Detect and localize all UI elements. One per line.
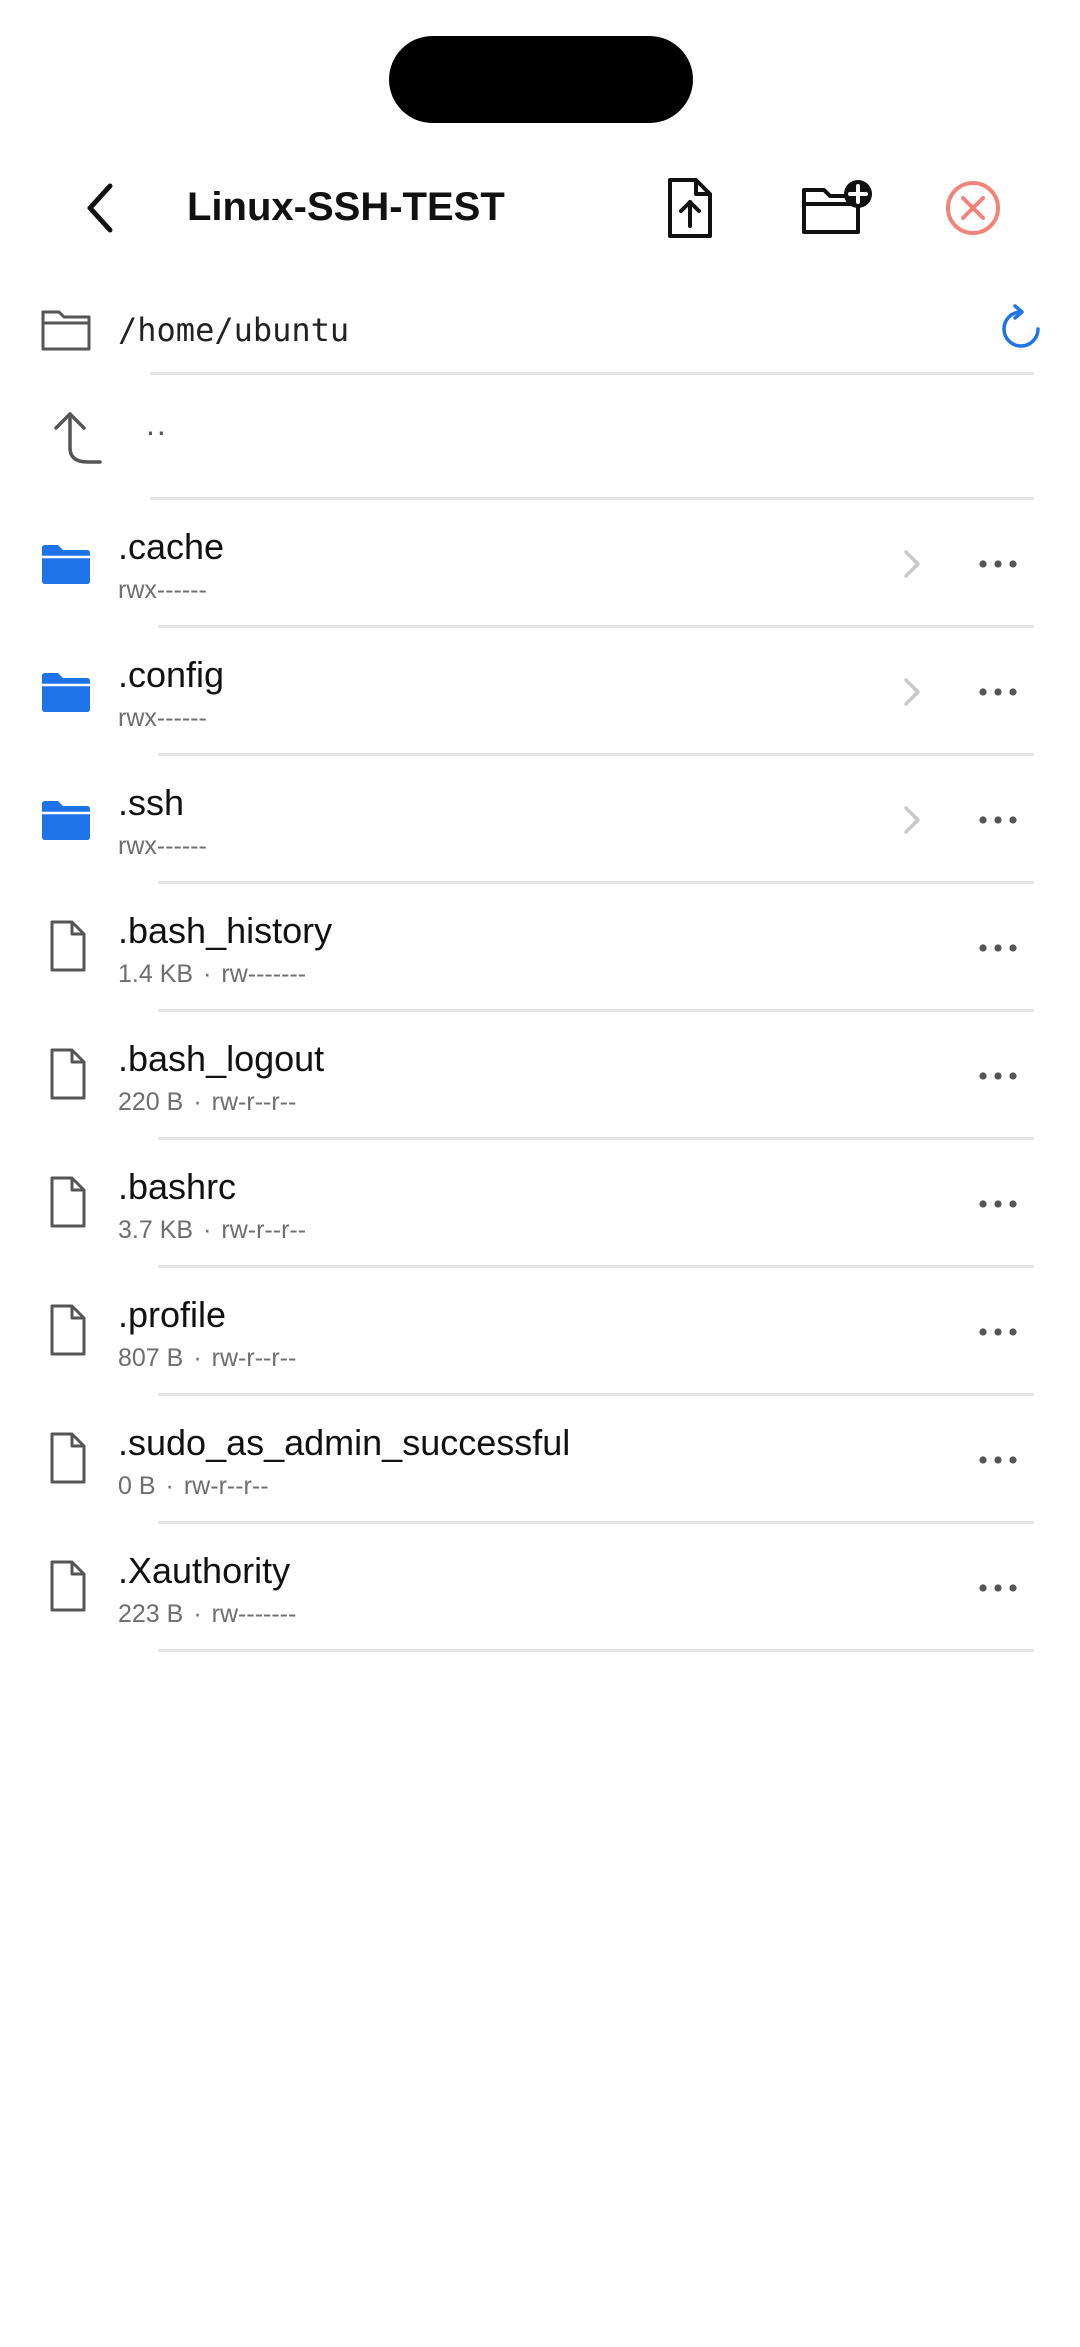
item-permissions: rw-r--r-- bbox=[221, 1216, 307, 1244]
meta-separator: · bbox=[193, 1088, 202, 1116]
chevron-right-icon bbox=[896, 802, 926, 838]
dynamic-island bbox=[389, 36, 693, 123]
parent-directory-label: .. bbox=[146, 406, 168, 442]
folder-row[interactable]: .ssh rwx------ bbox=[0, 756, 1080, 884]
chevron-right-icon bbox=[896, 546, 926, 582]
file-row[interactable]: .sudo_as_admin_successful 0 B · rw-r--r-- bbox=[0, 1396, 1080, 1524]
file-icon bbox=[48, 1046, 88, 1102]
meta-separator: · bbox=[165, 1472, 174, 1500]
item-size: 223 B bbox=[118, 1600, 184, 1628]
item-meta: 1.4 KB · rw------- bbox=[118, 960, 306, 989]
path-divider bbox=[150, 372, 1034, 375]
item-meta: 223 B · rw------- bbox=[118, 1600, 296, 1629]
item-name: .bash_logout bbox=[118, 1038, 325, 1079]
item-meta: 220 B · rw-r--r-- bbox=[118, 1088, 296, 1117]
more-options-icon[interactable] bbox=[970, 1056, 1026, 1096]
upload-file-button[interactable] bbox=[655, 175, 725, 245]
file-row[interactable]: .bash_history 1.4 KB · rw------- bbox=[0, 884, 1080, 1012]
item-permissions: rw-r--r-- bbox=[211, 1344, 297, 1372]
arrow-up-left-icon bbox=[48, 408, 108, 468]
page-title: Linux-SSH-TEST bbox=[187, 185, 505, 229]
more-options-icon[interactable] bbox=[970, 1440, 1026, 1480]
close-circle-icon bbox=[944, 179, 1002, 242]
path-bar: /home/ubuntu bbox=[0, 290, 1080, 376]
item-name: .cache bbox=[118, 526, 225, 567]
item-size: 807 B bbox=[118, 1344, 184, 1372]
folder-icon bbox=[40, 542, 92, 586]
item-size: 3.7 KB bbox=[118, 1216, 194, 1244]
item-meta: rwx------ bbox=[118, 576, 207, 605]
file-icon bbox=[48, 1302, 88, 1358]
item-meta: 0 B · rw-r--r-- bbox=[118, 1472, 269, 1501]
item-meta: 3.7 KB · rw-r--r-- bbox=[118, 1216, 306, 1245]
item-permissions: rwx------ bbox=[118, 704, 207, 732]
item-meta: 807 B · rw-r--r-- bbox=[118, 1344, 296, 1373]
file-upload-icon bbox=[664, 176, 716, 245]
file-row[interactable]: .Xauthority 223 B · rw------- bbox=[0, 1524, 1080, 1652]
current-path: /home/ubuntu bbox=[118, 311, 350, 349]
item-size: 0 B bbox=[118, 1472, 156, 1500]
file-row[interactable]: .profile 807 B · rw-r--r-- bbox=[0, 1268, 1080, 1396]
new-folder-button[interactable] bbox=[798, 175, 878, 245]
meta-separator: · bbox=[203, 1216, 212, 1244]
back-button[interactable] bbox=[60, 170, 140, 250]
more-options-icon[interactable] bbox=[970, 544, 1026, 584]
meta-separator: · bbox=[193, 1600, 202, 1628]
more-options-icon[interactable] bbox=[970, 1312, 1026, 1352]
chevron-right-icon bbox=[896, 674, 926, 710]
item-permissions: rw------- bbox=[211, 1600, 297, 1628]
more-options-icon[interactable] bbox=[970, 1184, 1026, 1224]
item-name: .Xauthority bbox=[118, 1550, 291, 1591]
more-options-icon[interactable] bbox=[970, 928, 1026, 968]
row-divider bbox=[158, 1649, 1034, 1652]
file-icon bbox=[48, 1174, 88, 1230]
meta-separator: · bbox=[203, 960, 212, 988]
item-name: .bash_history bbox=[118, 910, 333, 951]
chevron-left-icon bbox=[80, 180, 120, 241]
file-icon bbox=[48, 918, 88, 974]
refresh-icon[interactable] bbox=[996, 304, 1046, 354]
file-list: .cache rwx------ .config rwx------ .ssh rwx--… bbox=[0, 500, 1080, 1652]
item-permissions: rwx------ bbox=[118, 576, 207, 604]
item-name: .config bbox=[118, 654, 225, 695]
item-permissions: rw-r--r-- bbox=[211, 1088, 297, 1116]
item-permissions: rw-r--r-- bbox=[183, 1472, 269, 1500]
folder-icon bbox=[40, 670, 92, 714]
folder-row[interactable]: .config rwx------ bbox=[0, 628, 1080, 756]
parent-directory-row[interactable]: .. bbox=[0, 376, 1080, 500]
item-name: .ssh bbox=[118, 782, 185, 823]
file-row[interactable]: .bashrc 3.7 KB · rw-r--r-- bbox=[0, 1140, 1080, 1268]
item-name: .profile bbox=[118, 1294, 227, 1335]
more-options-icon[interactable] bbox=[970, 672, 1026, 712]
folder-outline-icon bbox=[40, 308, 92, 352]
more-options-icon[interactable] bbox=[970, 1568, 1026, 1608]
folder-icon bbox=[40, 798, 92, 842]
close-button[interactable] bbox=[938, 175, 1008, 245]
item-permissions: rwx------ bbox=[118, 832, 207, 860]
folder-plus-icon bbox=[800, 178, 876, 243]
file-row[interactable]: .bash_logout 220 B · rw-r--r-- bbox=[0, 1012, 1080, 1140]
meta-separator: · bbox=[193, 1344, 202, 1372]
file-icon bbox=[48, 1430, 88, 1486]
item-size: 220 B bbox=[118, 1088, 184, 1116]
item-meta: rwx------ bbox=[118, 704, 207, 733]
navigation-bar: Linux-SSH-TEST bbox=[0, 150, 1080, 265]
item-meta: rwx------ bbox=[118, 832, 207, 861]
item-size: 1.4 KB bbox=[118, 960, 194, 988]
more-options-icon[interactable] bbox=[970, 800, 1026, 840]
folder-row[interactable]: .cache rwx------ bbox=[0, 500, 1080, 628]
item-name: .sudo_as_admin_successful bbox=[118, 1422, 571, 1463]
item-name: .bashrc bbox=[118, 1166, 237, 1207]
file-icon bbox=[48, 1558, 88, 1614]
item-permissions: rw------- bbox=[221, 960, 307, 988]
